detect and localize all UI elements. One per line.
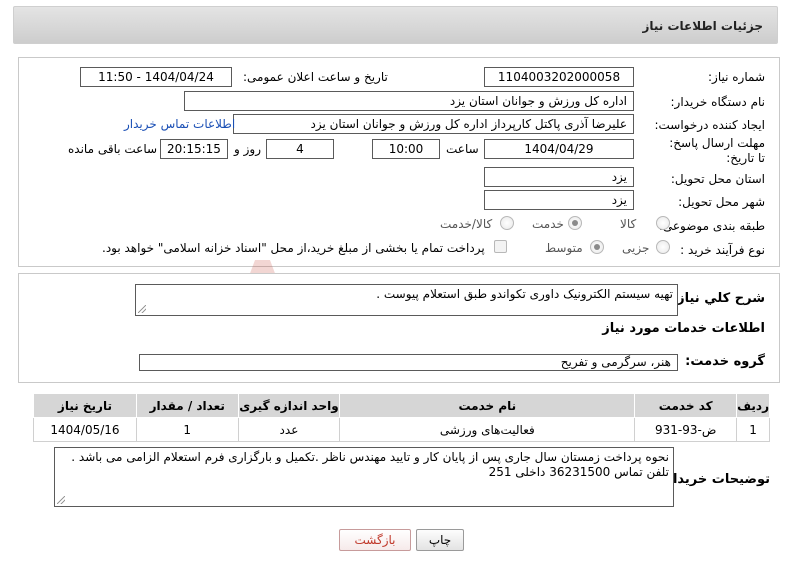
province-label: استان محل تحویل: bbox=[670, 172, 765, 186]
category-service-label: خدمت bbox=[532, 217, 564, 231]
summary-textarea[interactable]: تهیه سیستم الکترونیک داوری تکواندو طبق ا… bbox=[135, 284, 678, 316]
category-service-radio[interactable] bbox=[568, 216, 582, 230]
remaining-time-field[interactable]: 20:15:15 bbox=[160, 139, 228, 159]
announce-datetime-field[interactable]: 1404/04/24 - 11:50 bbox=[80, 67, 232, 87]
process-medium-label: متوسط bbox=[545, 241, 583, 255]
process-minor-label: جزیی bbox=[622, 241, 650, 255]
category-goods-radio[interactable] bbox=[656, 216, 670, 230]
service-group-label: گروه خدمت: bbox=[685, 354, 765, 369]
need-number-label: شماره نیاز: bbox=[708, 70, 765, 84]
cell-need-date: 1404/05/16 bbox=[33, 417, 137, 442]
cell-row-number: 1 bbox=[736, 417, 770, 442]
deadline-label: مهلت ارسال پاسخ: تا تاریخ: bbox=[669, 136, 765, 165]
cell-unit: عدد bbox=[237, 417, 341, 442]
city-label: شهر محل تحویل: bbox=[678, 195, 765, 209]
col-service-code: کد خدمت bbox=[634, 393, 738, 418]
col-need-date: تاریخ نیاز bbox=[33, 393, 137, 418]
creator-label: ایجاد کننده درخواست: bbox=[654, 118, 765, 132]
deadline-time-field[interactable]: 10:00 bbox=[372, 139, 440, 159]
deadline-date-field[interactable]: 1404/04/29 bbox=[484, 139, 634, 159]
buyer-org-field[interactable]: اداره کل ورزش و جوانان استان یزد bbox=[184, 91, 634, 111]
category-label: طبقه بندی موضوعی: bbox=[658, 219, 765, 233]
back-button[interactable]: بازگشت bbox=[339, 529, 411, 551]
days-field[interactable]: 4 bbox=[266, 139, 334, 159]
cell-quantity: 1 bbox=[135, 417, 239, 442]
col-quantity: تعداد / مقدار bbox=[135, 393, 239, 418]
col-service-name: نام خدمت bbox=[339, 393, 636, 418]
buyer-notes-line-1: نحوه پرداخت زمستان سال جاری پس از پایان … bbox=[71, 450, 669, 464]
treasury-payment-note: پرداخت تمام یا بخشی از مبلغ خرید،از محل … bbox=[102, 241, 485, 255]
table-header-row: ردیف کد خدمت نام خدمت واحد اندازه گیری ت… bbox=[33, 393, 770, 418]
city-field[interactable]: یزد bbox=[484, 190, 634, 210]
resize-grip-icon[interactable] bbox=[57, 496, 65, 504]
services-section-title: اطلاعات خدمات مورد نياز bbox=[602, 321, 765, 336]
process-medium-radio[interactable] bbox=[590, 240, 604, 254]
creator-field[interactable]: علیرضا آذری پاکتل کارپرداز اداره کل ورزش… bbox=[233, 114, 634, 134]
buyer-notes-line-2: تلفن تماس 36231500 داخلی 251 bbox=[488, 465, 669, 479]
category-goods-service-label: کالا/خدمت bbox=[440, 217, 493, 231]
buyer-org-label: نام دستگاه خریدار: bbox=[670, 95, 766, 109]
summary-label: شرح کلي نياز: bbox=[671, 291, 765, 306]
cell-service-code: ض-93-931 bbox=[634, 417, 738, 442]
col-row-number: ردیف bbox=[736, 393, 770, 418]
summary-text: تهیه سیستم الکترونیک داوری تکواندو طبق ا… bbox=[376, 287, 673, 301]
announce-label: تاریخ و ساعت اعلان عمومی: bbox=[243, 70, 388, 84]
col-unit: واحد اندازه گیری bbox=[237, 393, 341, 418]
service-group-field[interactable]: هنر، سرگرمی و تفریح bbox=[139, 354, 678, 371]
category-goods-service-radio[interactable] bbox=[500, 216, 514, 230]
contact-info-link[interactable]: اطلاعات تماس خریدار bbox=[124, 117, 235, 131]
process-minor-radio[interactable] bbox=[656, 240, 670, 254]
buyer-notes-label: توضیحات خریدار: bbox=[660, 472, 770, 487]
remaining-time-label: ساعت باقی مانده bbox=[68, 142, 158, 156]
province-field[interactable]: یزد bbox=[484, 167, 634, 187]
resize-grip-icon[interactable] bbox=[138, 305, 146, 313]
need-number-field[interactable]: 1104003202000058 bbox=[484, 67, 634, 87]
process-label: نوع فرآیند خرید : bbox=[680, 243, 765, 257]
deadline-time-label: ساعت bbox=[446, 142, 479, 156]
page-header: جزئیات اطلاعات نیاز bbox=[13, 6, 778, 44]
services-table: ردیف کد خدمت نام خدمت واحد اندازه گیری ت… bbox=[33, 393, 770, 442]
cell-service-name: فعالیت‌های ورزشی bbox=[339, 417, 636, 442]
buyer-notes-textarea[interactable]: نحوه پرداخت زمستان سال جاری پس از پایان … bbox=[54, 447, 674, 507]
category-goods-label: کالا bbox=[620, 217, 637, 231]
table-row: 1 ض-93-931 فعالیت‌های ورزشی عدد 1 1404/0… bbox=[33, 417, 770, 442]
print-button[interactable]: چاپ bbox=[416, 529, 464, 551]
treasury-payment-checkbox[interactable] bbox=[494, 240, 507, 253]
days-label: روز و bbox=[234, 142, 261, 156]
page-title: جزئیات اطلاعات نیاز bbox=[642, 19, 763, 33]
